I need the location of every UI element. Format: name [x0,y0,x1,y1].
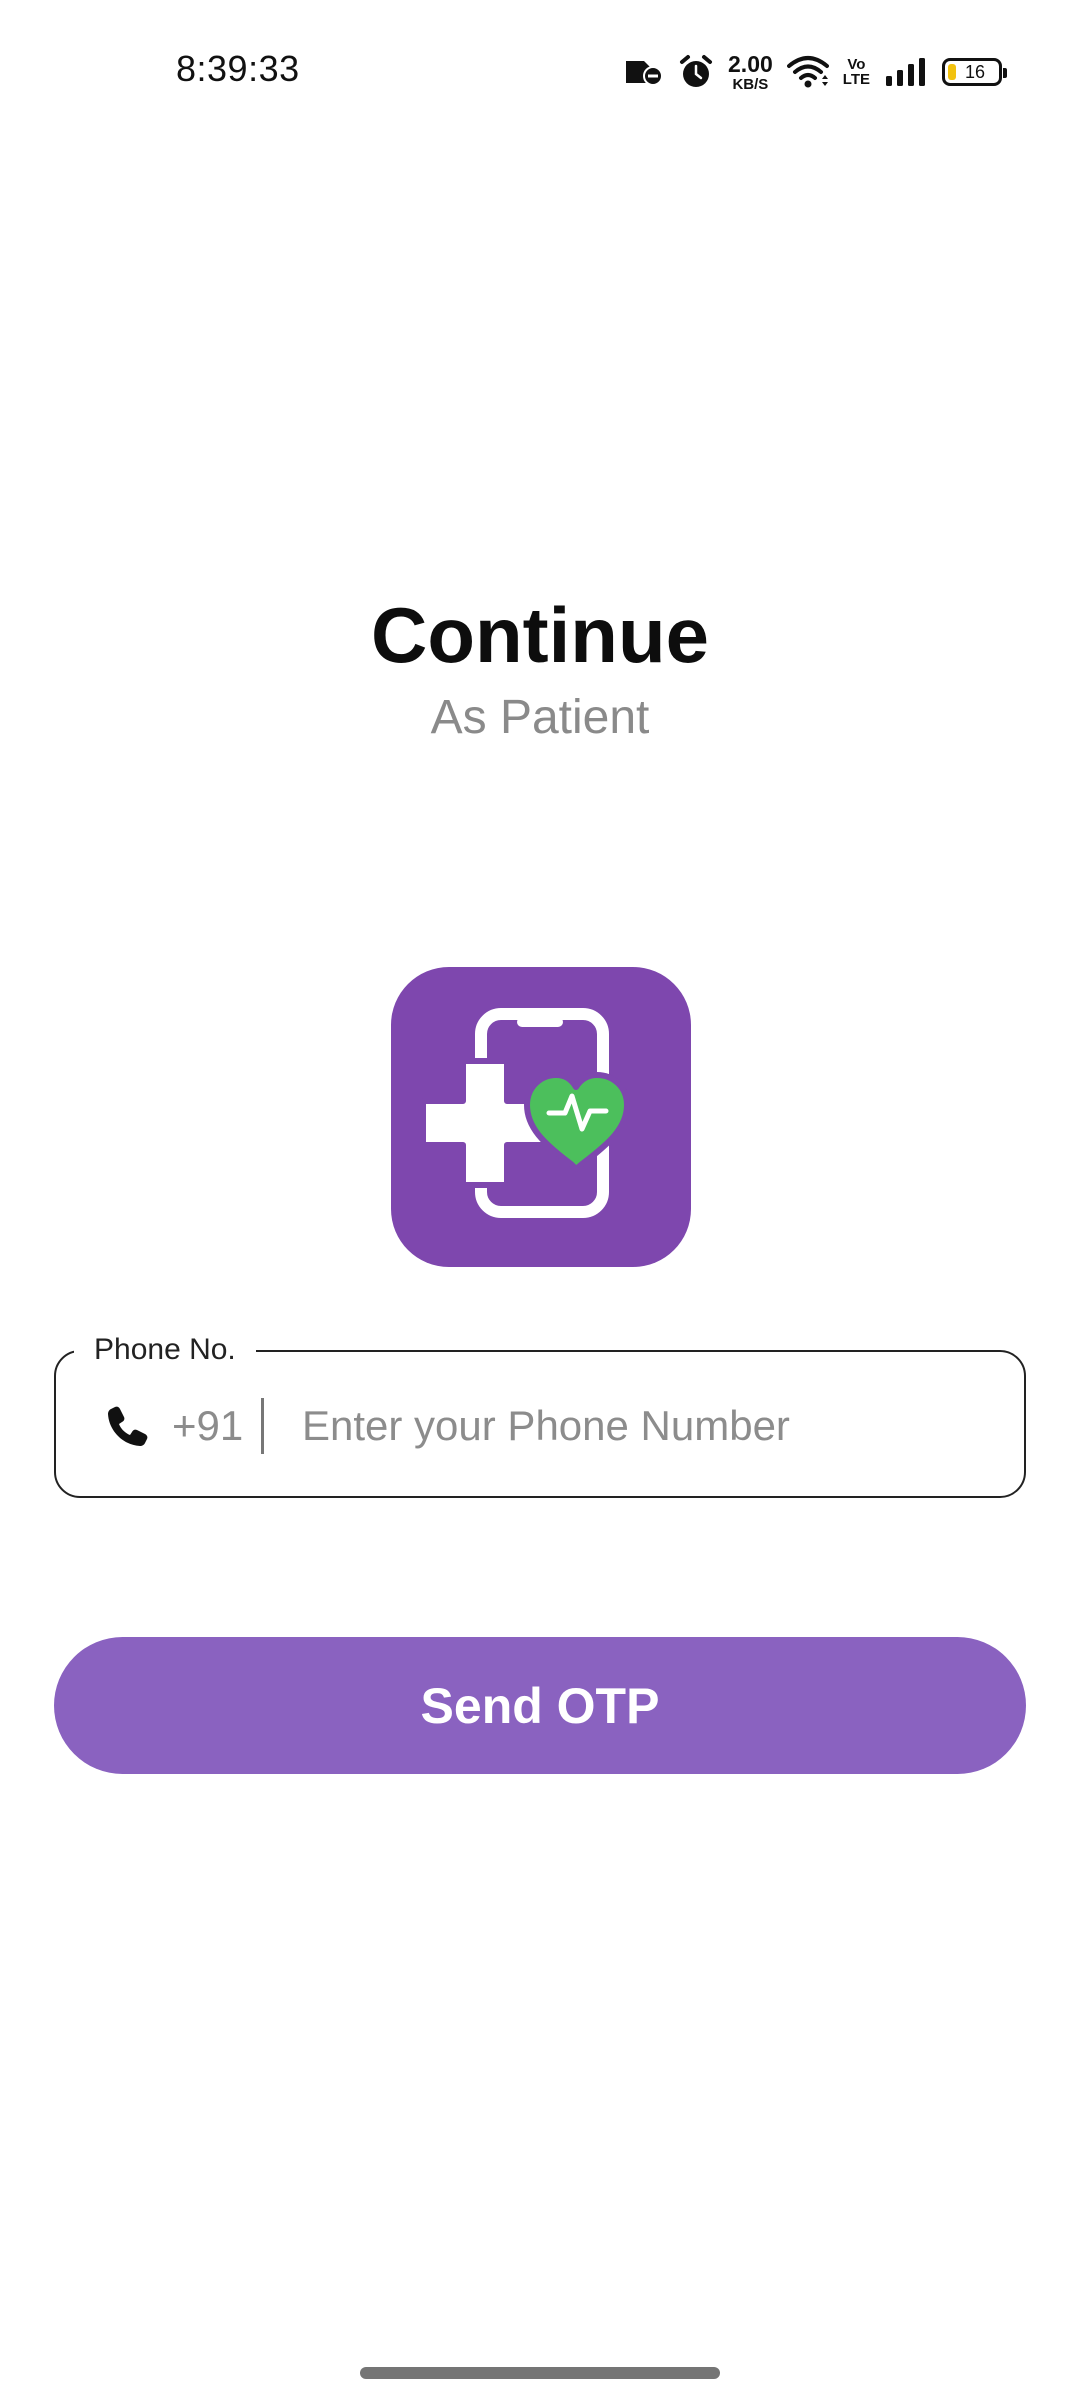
network-speed-unit: KB/S [732,75,769,93]
status-bar: 8:39:33 2.00 KB/S Vo LTE 16 [0,0,1080,145]
wifi-icon [786,56,829,88]
network-speed: 2.00 KB/S [728,50,773,93]
app-logo [391,967,691,1267]
status-icons: 2.00 KB/S Vo LTE 16 [624,50,1007,94]
battery-level: 16 [964,61,986,82]
sim-off-icon [626,61,664,86]
phone-number-input[interactable] [302,1388,992,1464]
battery-fill [948,64,956,80]
login-screen: 8:39:33 2.00 KB/S Vo LTE 16 Continue As … [0,0,1080,2400]
home-indicator[interactable] [360,2367,720,2379]
send-otp-button[interactable]: Send OTP [54,1637,1026,1774]
country-code-divider [261,1398,264,1454]
page-subtitle: As Patient [430,691,650,744]
phone-field-label: Phone No. [74,1328,256,1372]
alarm-icon [680,55,713,87]
network-speed-value: 2.00 [728,50,773,77]
country-code: +91 [172,1402,244,1449]
volte-top: Vo [847,56,866,73]
battery-icon: 16 [942,58,1007,86]
volte-bottom: LTE [842,71,870,88]
page-title: Continue [371,591,709,679]
phone-number-field[interactable]: Phone No. +91 [54,1328,1026,1498]
phone-icon [108,1406,148,1446]
status-time: 8:39:33 [176,48,300,89]
health-app-logo-icon [420,1008,630,1218]
signal-icon [886,58,925,86]
volte-indicator: Vo LTE [843,57,870,87]
